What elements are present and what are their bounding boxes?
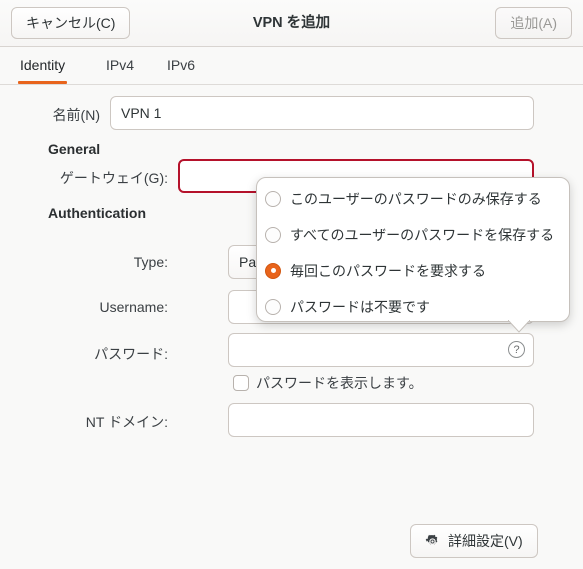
general-heading: General xyxy=(48,141,101,157)
username-label: Username: xyxy=(99,299,168,315)
show-password-label: パスワードを表示します。 xyxy=(256,375,423,391)
radio-option-save-all-users[interactable]: すべてのユーザーのパスワードを保存する xyxy=(265,220,563,249)
radio-option-label: 毎回このパスワードを要求する xyxy=(290,262,486,279)
tab-bar: Identity IPv4 IPv6 xyxy=(0,47,583,85)
nt-domain-label: NT ドメイン: xyxy=(85,414,168,430)
advanced-settings-label: 詳細設定(V) xyxy=(448,533,523,549)
identity-form: 名前(N) General ゲートウェイ(G): Authentication … xyxy=(0,86,583,569)
password-storage-popover: このユーザーのパスワードのみ保存する すべてのユーザーのパスワードを保存する 毎… xyxy=(256,177,570,322)
radio-option-ask-every-time[interactable]: 毎回このパスワードを要求する xyxy=(265,256,563,285)
authentication-heading: Authentication xyxy=(48,205,146,221)
password-help-icon[interactable]: ? xyxy=(508,341,525,358)
tab-ipv6[interactable]: IPv6 xyxy=(165,47,197,84)
password-input[interactable] xyxy=(228,333,534,367)
advanced-settings-button[interactable]: 詳細設定(V) xyxy=(410,524,538,558)
radio-icon-selected xyxy=(265,262,281,279)
radio-icon xyxy=(265,298,281,315)
radio-option-label: このユーザーのパスワードのみ保存する xyxy=(290,190,542,207)
radio-option-label: すべてのユーザーのパスワードを保存する xyxy=(290,226,555,243)
radio-option-not-required[interactable]: パスワードは不要です xyxy=(265,292,563,321)
tab-ipv4[interactable]: IPv4 xyxy=(104,47,136,84)
radio-icon xyxy=(265,226,281,243)
gateway-label: ゲートウェイ(G): xyxy=(59,170,168,186)
cancel-button[interactable]: キャンセル(C) xyxy=(11,7,131,39)
add-button[interactable]: 追加(A) xyxy=(495,7,572,39)
radio-icon xyxy=(265,190,281,207)
tab-identity[interactable]: Identity xyxy=(18,47,68,84)
header-bar: VPN を追加 キャンセル(C) 追加(A) xyxy=(0,0,583,47)
name-label: 名前(N) xyxy=(52,107,100,123)
show-password-checkbox[interactable]: パスワードを表示します。 xyxy=(233,373,423,393)
radio-option-save-this-user[interactable]: このユーザーのパスワードのみ保存する xyxy=(265,184,563,213)
nt-domain-input[interactable] xyxy=(228,403,534,437)
gear-icon xyxy=(425,534,440,549)
radio-option-label: パスワードは不要です xyxy=(290,298,430,315)
name-input[interactable] xyxy=(110,96,534,130)
password-label: パスワード: xyxy=(94,346,168,362)
checkbox-box xyxy=(233,375,249,391)
type-label: Type: xyxy=(133,254,168,270)
